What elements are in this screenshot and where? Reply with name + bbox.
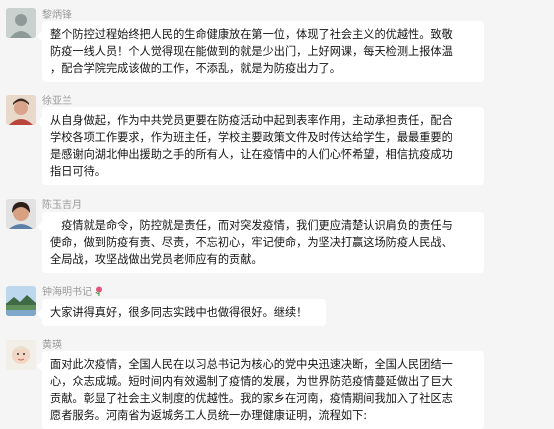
message-line: 整个防控过程始终把人民的生命健康放在第一位，体现了社会主义的优越性。致敬 [50,28,453,41]
message-bubble: 从自身做起，作为中共党员更要在防疫活动中起到表率作用，主动承担责任，配合 学校各… [37,107,484,185]
avatar[interactable] [6,286,36,316]
landscape-photo-icon [6,286,36,316]
message-line: 全局战，攻坚战做出党员老师应有的贡献。 [50,253,263,266]
message-line: 心，众志成城。短时间内有效遏制了疫情的发展，为世界防范疫情蔓延做出了巨大 [50,375,453,388]
avatar[interactable] [6,95,36,125]
message-line: 从自身做起，作为中共党员更要在防疫活动中起到表率作用，主动承担责任，配合 [50,114,453,127]
sender-name: 陈玉吉月 [42,200,82,211]
message-line: 是感谢向湖北伸出援助之手的所有人，让在疫情中的人们心怀希望，相信抗疫成功 [50,148,453,161]
sender-name: 黄瑛 [42,340,62,351]
sender-name: 黎炳锋 [42,10,72,21]
message-line: 愿者服务。河南省为返城务工人员统一办理健康证明，流程如下: [50,409,368,422]
message-line: 使命，做到防疫有责、尽责，不忘初心，牢记使命，为坚决打赢这场防疫人民战、 [50,236,453,249]
message-bubble: 整个防控过程始终把人民的生命健康放在第一位，体现了社会主义的优越性。致敬 防疫一… [37,21,484,82]
message-line: 贡献。彰显了社会主义制度的优越性。我的家乡在河南，疫情期间我加入了社区志 [50,392,453,405]
avatar[interactable] [6,340,36,370]
sender-name: 徐亚兰 [42,96,72,107]
message-line: 防疫一线人员！个人觉得现在能做到的就是少出门，上好网课，每天检测上报体温 [50,45,453,58]
avatar[interactable] [6,199,36,229]
message-line: 大家讲得真好，很多同志实践中也做得很好。继续！ [50,306,308,319]
baby-photo-icon [6,340,36,370]
rose-icon [95,286,102,296]
message-bubble: 疫情就是命令，防控就是责任，而对突发疫情，我们更应清楚认识肩负的责任与 使命，做… [37,212,484,273]
person-photo-icon [6,199,36,229]
sender-name-text: 钟海明书记 [42,287,92,298]
message-bubble: 面对此次疫情，全国人民在以习总书记为核心的党中央迅速决断，全国人民团结一 心，众… [37,351,484,429]
person-silhouette-icon [6,8,36,38]
person-photo-icon [6,95,36,125]
message-line: ，配合学院完成该做的工作，不添乱，就是为防疫出力了。 [50,62,341,75]
message-bubble: 大家讲得真好，很多同志实践中也做得很好。继续！ [37,299,326,326]
message-line: 学校各项工作要求，作为班主任，学校主要政策文件及时传达给学生，最最重要的 [50,131,453,144]
message-line: 面对此次疫情，全国人民在以习总书记为核心的党中央迅速决断，全国人民团结一 [50,358,453,371]
message-line: 指日可待。 [50,165,106,178]
sender-name: 钟海明书记 [42,283,104,298]
avatar[interactable] [6,8,36,38]
message-line: 疫情就是命令，防控就是责任，而对突发疫情，我们更应清楚认识肩负的责任与 [50,219,453,232]
